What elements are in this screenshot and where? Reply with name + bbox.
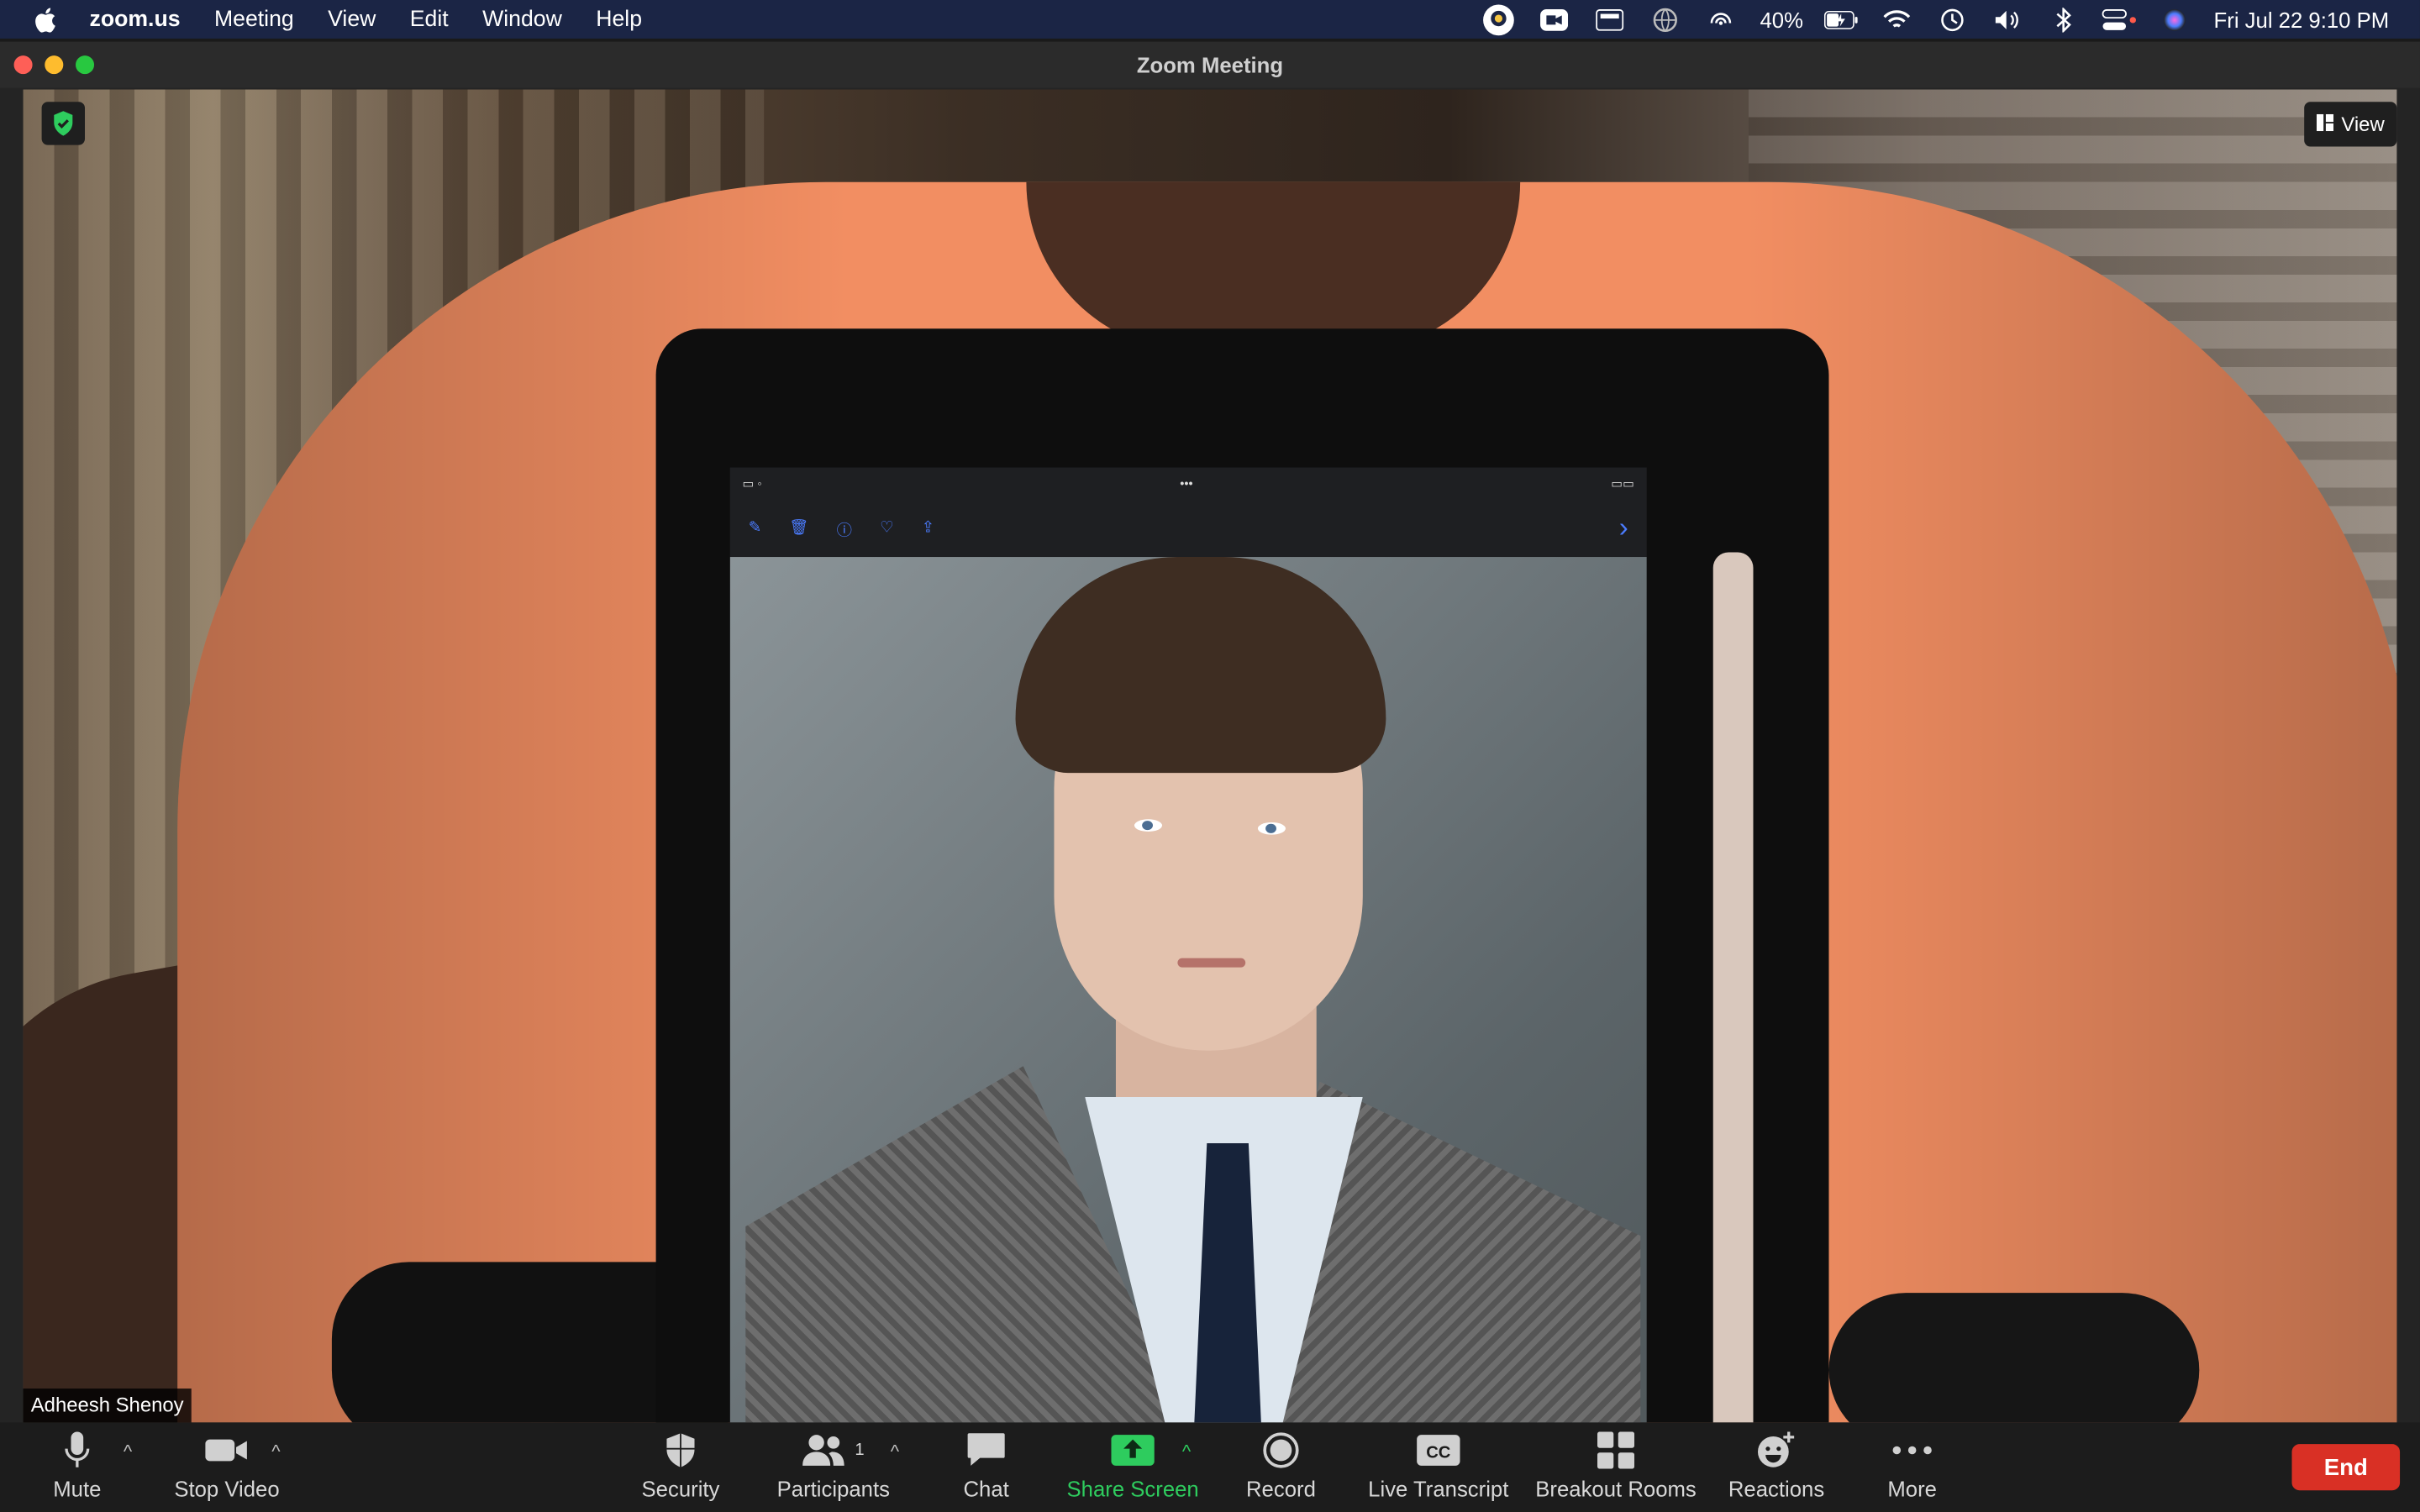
chat-button[interactable]: Chat xyxy=(955,1422,1017,1512)
ipad-trash-icon: 🗑 xyxy=(789,519,809,537)
svg-text:CC: CC xyxy=(1426,1444,1451,1462)
menu-view[interactable]: View xyxy=(328,7,376,31)
meeting-control-bar: Mute ^ Stop Video ^ Security 1 Participa… xyxy=(0,1422,2420,1512)
security-label: Security xyxy=(641,1476,720,1502)
end-meeting-button[interactable]: End xyxy=(2291,1444,2401,1491)
globe-icon[interactable] xyxy=(1649,7,1682,32)
participant-name-tag: Adheesh Shenoy xyxy=(23,1389,192,1423)
participants-label: Participants xyxy=(776,1476,891,1502)
window-title: Zoom Meeting xyxy=(1136,52,1284,77)
apple-pencil xyxy=(1712,552,1754,1423)
portrait-eye-left xyxy=(1134,819,1163,832)
security-shield-icon xyxy=(664,1431,697,1471)
battery-icon[interactable] xyxy=(1824,7,1859,31)
view-button-label: View xyxy=(2341,113,2385,136)
mute-button[interactable]: Mute xyxy=(43,1422,111,1512)
apple-icon[interactable] xyxy=(31,5,59,33)
portrait-mouth xyxy=(1177,958,1246,968)
window-status-icon[interactable] xyxy=(1593,7,1627,31)
record-button[interactable]: Record xyxy=(1244,1422,1318,1512)
menu-meeting[interactable]: Meeting xyxy=(214,7,294,31)
ipad-status-bar: ▭ ◦ ••• ▭▭ xyxy=(730,468,1647,499)
record-label: Record xyxy=(1245,1476,1316,1502)
portrait-eye-right xyxy=(1257,822,1286,835)
ipad-screen: ▭ ◦ ••• ▭▭ ✎ 🗑 ⓘ ♡ ⇪ › xyxy=(729,467,1647,1423)
title-bar: Zoom Meeting xyxy=(0,41,2420,88)
security-button[interactable]: Security xyxy=(633,1422,729,1512)
stop-video-button[interactable]: Stop Video xyxy=(166,1422,287,1512)
chat-bubble-icon xyxy=(966,1431,1007,1471)
share-screen-label: Share Screen xyxy=(1066,1476,1199,1502)
portrait-hair xyxy=(1015,557,1386,774)
participants-options-chevron-icon[interactable]: ^ xyxy=(891,1441,899,1462)
menubar-clock[interactable]: Fri Jul 22 9:10 PM xyxy=(2214,7,2390,31)
breakout-rooms-label: Breakout Rooms xyxy=(1535,1476,1697,1502)
closed-caption-icon: CC xyxy=(1417,1431,1460,1471)
menu-bar: zoom.us Meeting View Edit Window Help 40… xyxy=(0,0,2420,39)
control-center-icon[interactable] xyxy=(2102,7,2137,31)
more-ellipsis-icon xyxy=(1892,1431,1933,1471)
live-transcript-label: Live Transcript xyxy=(1368,1476,1509,1502)
siri-icon[interactable] xyxy=(2158,7,2191,31)
breakout-rooms-button[interactable]: Breakout Rooms xyxy=(1534,1422,1698,1512)
reactions-button[interactable]: Reactions xyxy=(1725,1422,1827,1512)
volume-icon[interactable] xyxy=(1991,7,2025,31)
share-screen-icon xyxy=(1111,1431,1155,1471)
participants-button[interactable]: 1 Participants xyxy=(771,1422,895,1512)
airdrop-icon[interactable] xyxy=(1704,7,1738,31)
ipad-photos-toolbar: ✎ 🗑 ⓘ ♡ ⇪ › xyxy=(730,498,1647,557)
webcam-status-icon[interactable] xyxy=(1482,3,1516,35)
record-icon xyxy=(1262,1431,1299,1471)
chair-armrest-right xyxy=(1828,1293,2200,1423)
more-button[interactable]: More xyxy=(1880,1422,1944,1512)
ipad-edit-icon: ✎ xyxy=(748,519,762,537)
menu-window[interactable]: Window xyxy=(482,7,562,31)
battery-percent: 40% xyxy=(1760,7,1803,32)
video-options-chevron-icon[interactable]: ^ xyxy=(271,1441,280,1462)
menu-edit[interactable]: Edit xyxy=(410,7,449,31)
ipad-photo-portrait xyxy=(729,557,1647,1423)
live-transcript-button[interactable]: CC Live Transcript xyxy=(1365,1422,1512,1512)
wifi-icon[interactable] xyxy=(1881,7,1914,31)
zoom-video-status-icon[interactable] xyxy=(1538,7,1571,31)
encryption-shield-icon[interactable] xyxy=(41,102,86,145)
ipad-heart-icon: ♡ xyxy=(880,519,894,537)
menu-app-name[interactable]: zoom.us xyxy=(90,7,181,31)
mute-label: Mute xyxy=(53,1476,102,1502)
grid-view-icon xyxy=(2316,113,2334,136)
ipad-battery-icon: ▭ ◦ xyxy=(742,475,762,491)
ipad-info-icon: ⓘ xyxy=(836,522,853,539)
audio-options-chevron-icon[interactable]: ^ xyxy=(124,1441,132,1462)
time-machine-icon[interactable] xyxy=(1936,7,1970,31)
breakout-rooms-grid-icon xyxy=(1597,1431,1635,1471)
participants-count: 1 xyxy=(855,1441,865,1460)
participants-icon: 1 xyxy=(802,1431,865,1471)
reactions-label: Reactions xyxy=(1728,1476,1825,1502)
stop-video-label: Stop Video xyxy=(174,1476,280,1502)
share-options-chevron-icon[interactable]: ^ xyxy=(1182,1441,1191,1462)
emoji-add-icon xyxy=(1756,1431,1797,1471)
microphone-icon xyxy=(63,1431,91,1471)
view-button[interactable]: View xyxy=(2304,102,2397,147)
chat-label: Chat xyxy=(963,1476,1009,1502)
video-feed[interactable]: ▭ ◦ ••• ▭▭ ✎ 🗑 ⓘ ♡ ⇪ › xyxy=(23,89,2397,1423)
video-camera-icon xyxy=(205,1431,248,1471)
bluetooth-icon[interactable] xyxy=(2047,7,2081,32)
ipad-more-icon: ••• xyxy=(1180,475,1193,491)
share-screen-button[interactable]: Share Screen xyxy=(1065,1422,1201,1512)
ipad-chevron-right-icon: › xyxy=(1618,511,1628,543)
ipad-share-icon: ⇪ xyxy=(921,519,935,537)
more-label: More xyxy=(1887,1476,1937,1502)
menu-help[interactable]: Help xyxy=(596,7,642,31)
ipad-time-icon: ▭▭ xyxy=(1611,475,1635,491)
